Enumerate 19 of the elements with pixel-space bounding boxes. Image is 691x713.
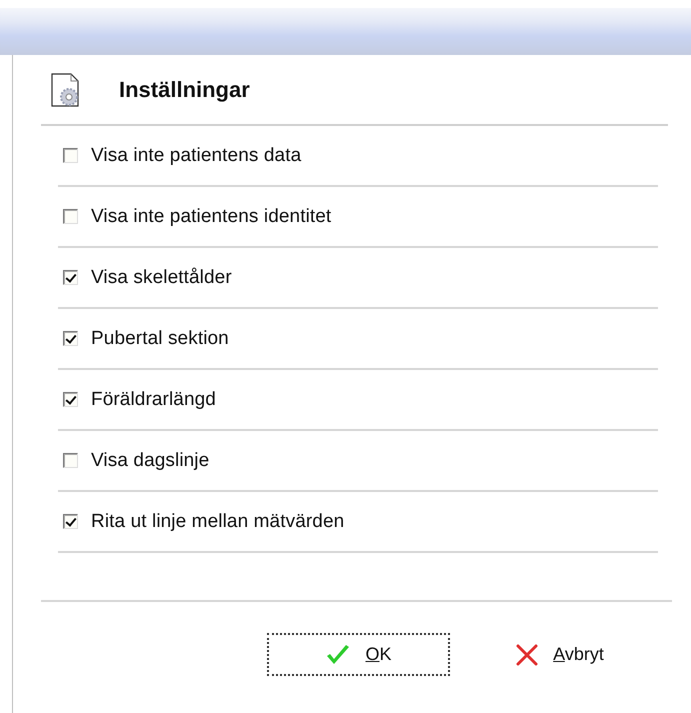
checkbox[interactable]: [63, 514, 78, 529]
option-label: Visa inte patientens identitet: [91, 206, 332, 228]
settings-file-icon: [51, 72, 79, 106]
checkbox[interactable]: [63, 331, 78, 346]
option-label: Föräldrarlängd: [91, 388, 216, 410]
option-label: Visa inte patientens data: [91, 144, 302, 166]
checkbox[interactable]: [63, 148, 78, 163]
option-label: Pubertal sektion: [91, 328, 229, 350]
checkbox[interactable]: [63, 209, 78, 224]
dialog-title: Inställningar: [119, 76, 250, 102]
checkbox[interactable]: [63, 392, 78, 407]
option-label: Rita ut linje mellan mätvärden: [91, 510, 344, 532]
ok-button[interactable]: OK: [267, 633, 450, 676]
checkbox[interactable]: [63, 453, 78, 468]
cross-icon: [515, 644, 540, 666]
option-label: Visa skelettålder: [91, 266, 232, 288]
checkmark-icon: [325, 644, 352, 666]
checkbox[interactable]: [63, 270, 78, 285]
option-label: Visa dagslinje: [91, 450, 210, 472]
